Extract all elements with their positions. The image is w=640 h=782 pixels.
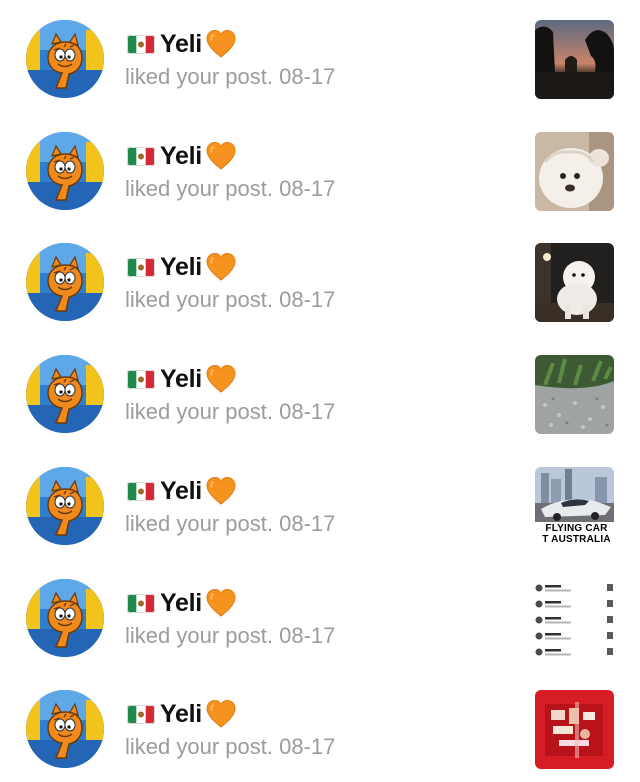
action-text: liked your post. [125, 399, 273, 424]
timestamp: 08-17 [279, 399, 336, 424]
orange-heart-icon [205, 476, 237, 505]
cartoon-cat-avatar-icon [26, 243, 104, 321]
avatar[interactable] [26, 690, 104, 768]
notification-text: liked your post. 08-17 [125, 398, 335, 426]
mexico-flag-icon [127, 370, 155, 389]
action-text: liked your post. [125, 511, 273, 536]
notification-list: Yeli liked your post. 08-17 Yeli liked y… [0, 0, 640, 779]
cartoon-cat-avatar-icon [26, 467, 104, 545]
notification-text: liked your post. 08-17 [125, 63, 335, 91]
avatar[interactable] [26, 20, 104, 98]
username[interactable]: Yeli [160, 363, 202, 395]
username[interactable]: Yeli [160, 251, 202, 283]
avatar[interactable] [26, 132, 104, 210]
timestamp: 08-17 [279, 734, 336, 759]
post-thumbnail[interactable] [535, 20, 614, 99]
thumbnail-caption-line: FLYING CAR [545, 523, 608, 534]
orange-heart-icon [205, 699, 237, 728]
username[interactable]: Yeli [160, 698, 202, 730]
mexico-flag-icon [127, 258, 155, 277]
notification-row[interactable]: Yeli liked your post. 08-17 [0, 112, 640, 224]
mexico-flag-icon [127, 147, 155, 166]
avatar[interactable] [26, 355, 104, 433]
post-thumbnail[interactable] [535, 243, 614, 322]
notification-text: liked your post. 08-17 [125, 622, 335, 650]
timestamp: 08-17 [279, 64, 336, 89]
notification-row[interactable]: Yeli liked your post. 08-17 [0, 559, 640, 671]
timestamp: 08-17 [279, 287, 336, 312]
post-thumbnail[interactable]: FLYING CAR T AUSTRALIA [535, 467, 614, 546]
notification-row[interactable]: Yeli liked your post. 08-17 [0, 670, 640, 782]
mexico-flag-icon [127, 705, 155, 724]
sunset-trees-photo-image [535, 20, 614, 99]
white-poodle-night-photo-image [535, 243, 614, 322]
avatar[interactable] [26, 579, 104, 657]
orange-heart-icon [205, 141, 237, 170]
action-text: liked your post. [125, 734, 273, 759]
notification-row[interactable]: Yeli liked your post. 08-17 [0, 0, 640, 112]
action-text: liked your post. [125, 176, 273, 201]
action-text: liked your post. [125, 64, 273, 89]
cartoon-cat-avatar-icon [26, 132, 104, 210]
orange-heart-icon [205, 252, 237, 281]
action-text: liked your post. [125, 623, 273, 648]
mexico-flag-icon [127, 35, 155, 54]
post-thumbnail[interactable] [535, 355, 614, 434]
timestamp: 08-17 [279, 176, 336, 201]
mexico-flag-icon [127, 594, 155, 613]
timestamp: 08-17 [279, 511, 336, 536]
action-text: liked your post. [125, 287, 273, 312]
orange-heart-icon [205, 588, 237, 617]
orange-heart-icon [205, 29, 237, 58]
notification-text: liked your post. 08-17 [125, 175, 335, 203]
notification-text: liked your post. 08-17 [125, 733, 335, 761]
notification-row[interactable]: Yeli liked your post. 08-17 [0, 335, 640, 447]
avatar[interactable] [26, 467, 104, 545]
red-gift-box-photo-image [535, 690, 614, 769]
cartoon-cat-avatar-icon [26, 579, 104, 657]
mexico-flag-icon [127, 482, 155, 501]
white-dog-closeup-photo-image [535, 132, 614, 211]
cartoon-cat-avatar-icon [26, 690, 104, 768]
notification-list-screenshot-image [535, 579, 614, 658]
notification-row[interactable]: Yeli liked your post. 08-17 [0, 223, 640, 335]
thumbnail-caption: FLYING CAR T AUSTRALIA [535, 522, 614, 546]
cartoon-cat-avatar-icon [26, 355, 104, 433]
post-thumbnail[interactable] [535, 579, 614, 658]
post-thumbnail[interactable] [535, 132, 614, 211]
username[interactable]: Yeli [160, 475, 202, 507]
notification-row[interactable]: Yeli liked your post. 08-17 FLYING CAR T … [0, 447, 640, 559]
username[interactable]: Yeli [160, 28, 202, 60]
gravel-plants-photo-image [535, 355, 614, 434]
username[interactable]: Yeli [160, 587, 202, 619]
username[interactable]: Yeli [160, 140, 202, 172]
timestamp: 08-17 [279, 623, 336, 648]
thumbnail-caption-line: T AUSTRALIA [542, 534, 611, 545]
avatar[interactable] [26, 243, 104, 321]
cartoon-cat-avatar-icon [26, 20, 104, 98]
post-thumbnail[interactable] [535, 690, 614, 769]
notification-text: liked your post. 08-17 [125, 286, 335, 314]
notification-text: liked your post. 08-17 [125, 510, 335, 538]
orange-heart-icon [205, 364, 237, 393]
